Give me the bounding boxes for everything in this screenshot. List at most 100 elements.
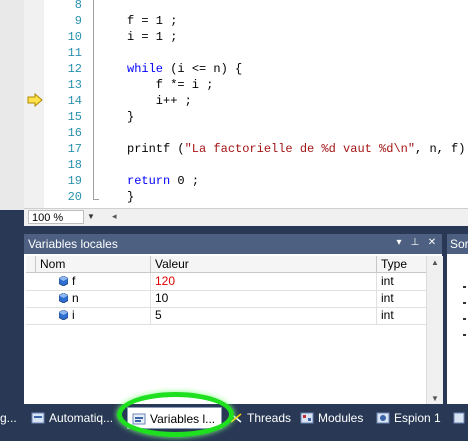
code-text: return 0 ; (127, 173, 199, 189)
pointer-icon (452, 410, 466, 424)
cell-name: f (36, 273, 151, 290)
code-line[interactable]: 9 f = 1 ; (44, 13, 178, 29)
keyword: while (127, 62, 164, 76)
tab-automatic-label: Automatiq... (49, 411, 114, 425)
code-line[interactable]: 17 printf ("La factorielle de %d vaut %d\… (44, 141, 468, 157)
code-line[interactable]: 16 (44, 125, 127, 141)
zoom-level-field[interactable]: 100 % (28, 210, 84, 224)
code-text: f = 1 ; (127, 13, 177, 29)
line-number: 8 (74, 0, 82, 12)
tab-automatic[interactable]: Automatiq... (31, 407, 113, 429)
current-statement-arrow-icon (27, 92, 43, 108)
code-fragment: i++ ; (127, 94, 192, 108)
cell-name: i (36, 307, 151, 324)
code-fragment: printf ( (127, 142, 185, 156)
column-header-type[interactable]: Type (377, 256, 428, 273)
keyword: return (127, 174, 171, 188)
output-text-fragment (463, 286, 466, 288)
code-text: f *= i ; (127, 77, 214, 93)
output-text-fragment (463, 334, 466, 336)
scroll-left-arrow-icon[interactable]: ◂ (112, 211, 117, 222)
column-header-value[interactable]: Valeur (151, 256, 377, 273)
code-text: while (i <= n) { (127, 61, 242, 77)
cell-value[interactable]: 5 (151, 307, 377, 324)
editor-left-gutter (0, 0, 25, 210)
highlight-ellipse (117, 392, 234, 437)
close-icon[interactable]: ✕ (425, 236, 439, 250)
code-text: } (127, 189, 134, 205)
tab-threads-label: Threads (247, 411, 292, 425)
output-title[interactable]: Sor (447, 234, 468, 254)
code-editor[interactable]: 89f = 1 ; 10 i = 1 ; 11 12 while (i <= n) {13… (0, 0, 468, 210)
code-line[interactable]: 15} (44, 109, 135, 125)
line-number: 17 (67, 142, 82, 156)
grid-header-spacer (26, 256, 36, 273)
output-text-fragment (463, 302, 466, 304)
code-line[interactable]: 11 (44, 45, 127, 61)
code-fragment: } (127, 110, 135, 124)
locals-title: Variables locales (28, 237, 118, 251)
line-number: 19 (67, 174, 82, 188)
tab-modules[interactable]: Modules (300, 407, 363, 429)
table-row[interactable]: i 5 int (26, 307, 438, 325)
table-row[interactable]: f 120 int (26, 273, 438, 291)
code-fragment: i = 1 ; (127, 30, 178, 44)
line-number: 10 (67, 30, 82, 44)
code-fragment: 0 ; (170, 174, 200, 188)
window-position-dropdown-icon[interactable]: ▾ (392, 236, 406, 250)
autos-window-icon (31, 410, 45, 424)
code-text: i++ ; (127, 93, 192, 109)
zoom-dropdown-icon[interactable]: ▼ (86, 210, 96, 224)
tab-espion-1[interactable]: Espion 1 (376, 407, 441, 429)
line-number: 9 (74, 14, 82, 28)
line-number: 18 (67, 158, 82, 172)
table-row[interactable]: n 10 int (26, 290, 438, 308)
code-text: } (127, 109, 134, 125)
string-literal: "La factorielle de %d vaut %d\n" (184, 142, 416, 156)
watch-window-icon (376, 410, 390, 424)
line-number: 20 (67, 190, 82, 204)
tab-watch-label: Espion 1 (394, 411, 441, 425)
code-text: printf ("La factorielle de %d vaut %d\n"… (127, 141, 468, 157)
line-number: 15 (67, 110, 82, 124)
cell-type: int (377, 307, 428, 324)
code-line[interactable]: 10 i = 1 ; (44, 29, 178, 45)
line-number: 11 (67, 46, 82, 60)
code-line[interactable]: 12 while (i <= n) { (44, 61, 243, 77)
cell-value[interactable]: 10 (151, 290, 377, 307)
code-line[interactable]: 14 i++ ; (44, 93, 192, 109)
code-fragment: } (127, 190, 135, 204)
line-number: 12 (67, 62, 82, 76)
line-number: 13 (67, 78, 82, 92)
code-line[interactable]: 20} (44, 189, 135, 205)
code-line[interactable]: 19 return 0 ; (44, 173, 199, 189)
output-window: Sor (447, 234, 468, 410)
line-number: 16 (67, 126, 82, 140)
cell-name: n (36, 290, 151, 307)
pin-icon[interactable]: ⊥ (408, 236, 422, 250)
debug-tab-bar: g... Automatiq... Variables l... Threads… (0, 404, 468, 441)
column-header-name[interactable]: Nom (36, 256, 151, 273)
tab-modules-label: Modules (318, 411, 364, 425)
code-line[interactable]: 13 f *= i ; (44, 77, 214, 93)
code-fragment: (i <= n) { (163, 62, 243, 76)
locals-title-bar[interactable]: Variables locales ▾ ⊥ ✕ (24, 234, 442, 254)
output-text-fragment (463, 318, 466, 320)
tab-threads[interactable]: Threads (229, 407, 291, 429)
scroll-up-arrow-icon[interactable]: ▲ (427, 256, 443, 270)
modules-icon (300, 410, 314, 424)
code-fragment: , n, f) ; (415, 142, 466, 156)
editor-status-strip: 100 % ▼ ◂ (24, 208, 468, 226)
tab-partial[interactable]: g... (0, 407, 17, 429)
cell-type: int (377, 273, 428, 290)
cell-type: int (377, 290, 428, 307)
cell-value[interactable]: 120 (151, 273, 377, 290)
code-fragment: f = 1 ; (127, 14, 178, 28)
code-line[interactable]: 18 (44, 157, 127, 173)
locals-vertical-scrollbar[interactable]: ▲ ▼ (426, 256, 443, 406)
tab-overflow[interactable] (452, 407, 468, 429)
code-line[interactable]: 8 (44, 0, 127, 13)
code-fragment: f *= i ; (127, 78, 214, 92)
line-number: 14 (67, 94, 82, 108)
locals-window: Variables locales ▾ ⊥ ✕ Nom Valeur Type … (24, 234, 443, 410)
